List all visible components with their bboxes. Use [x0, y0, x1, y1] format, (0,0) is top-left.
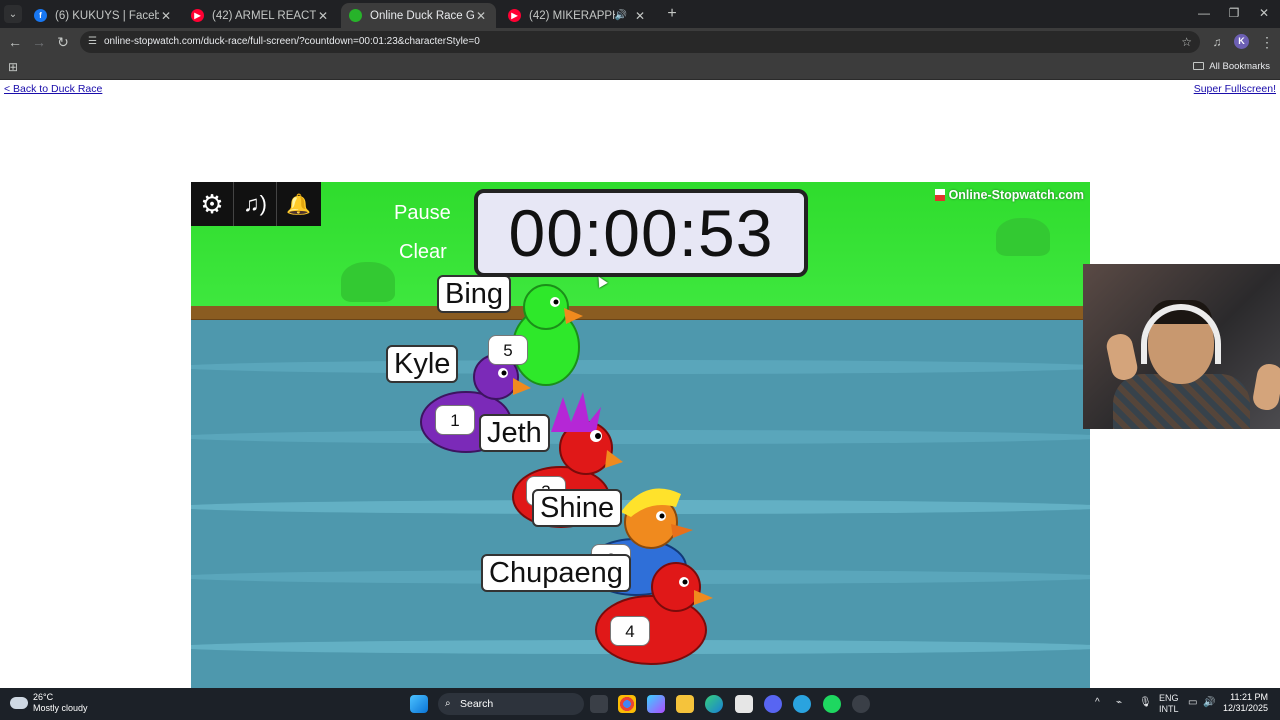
- gear-icon[interactable]: ⚙: [191, 182, 234, 226]
- close-icon[interactable]: ✕: [474, 9, 488, 23]
- duck-number-label: 1: [435, 405, 475, 435]
- raised-hand: [1104, 331, 1140, 383]
- tab-search-button[interactable]: ⌄: [4, 5, 22, 23]
- close-icon[interactable]: ✕: [159, 9, 173, 23]
- all-bookmarks-label: All Bookmarks: [1209, 61, 1270, 72]
- restore-button[interactable]: ❐: [1224, 6, 1244, 20]
- telegram-icon[interactable]: [793, 695, 811, 713]
- search-icon: ⌕: [445, 698, 451, 709]
- browser-toolbar: ← → ↻ ☰ online-stopwatch.com/duck-race/f…: [0, 28, 1280, 56]
- countdown-timer: 00:00:53: [474, 189, 808, 277]
- volume-icon[interactable]: 🔊: [1203, 697, 1215, 708]
- close-icon[interactable]: ✕: [633, 9, 647, 23]
- profile-avatar[interactable]: K: [1234, 34, 1249, 49]
- microphone-icon[interactable]: 🎙: [1139, 697, 1152, 708]
- super-fullscreen-link[interactable]: Super Fullscreen!: [1194, 83, 1276, 95]
- duck-race-stage: Bing 5 Kyle 1 Jeth 3 Shine 2 Chupaeng 4 …: [191, 182, 1090, 688]
- address-bar[interactable]: ☰ online-stopwatch.com/duck-race/full-sc…: [80, 31, 1200, 53]
- folder-icon: [1193, 62, 1205, 70]
- language-indicator[interactable]: ENG INTL: [1159, 693, 1179, 715]
- back-arrow-icon[interactable]: ←: [6, 33, 24, 51]
- system-clock[interactable]: 11:21 PM 12/31/2025: [1223, 692, 1268, 714]
- music-icon[interactable]: ♫): [234, 182, 277, 226]
- discord-icon[interactable]: [764, 695, 782, 713]
- youtube-icon: ▶: [191, 9, 204, 22]
- brand-text: Online-Stopwatch.com: [948, 188, 1084, 202]
- duck-name-label: Shine: [532, 489, 623, 527]
- close-icon[interactable]: ✕: [316, 9, 330, 23]
- task-view-icon[interactable]: [590, 695, 608, 713]
- media-controls-icon[interactable]: ♫: [1208, 33, 1226, 51]
- minimize-button[interactable]: —: [1194, 6, 1214, 20]
- reload-icon[interactable]: ↻: [54, 33, 72, 51]
- duck-name-label: Bing: [437, 275, 512, 313]
- online-stopwatch-logo[interactable]: Online-Stopwatch.com: [934, 188, 1084, 202]
- raised-hand: [1251, 362, 1280, 412]
- tab-title: (42) ARMEL REACTS TO KAPATI: [212, 9, 316, 22]
- duck-name-label: Kyle: [386, 345, 459, 383]
- stopwatch-icon: [349, 9, 362, 22]
- duck-name-label: Jeth: [479, 414, 550, 452]
- tab-duck-race[interactable]: Online Duck Race Game ✕: [341, 3, 496, 28]
- duck-name-label: Chupaeng: [481, 554, 631, 592]
- edge-icon[interactable]: [705, 695, 723, 713]
- tab-title: (42) MIKERAPPHONE - RAY: [529, 9, 615, 22]
- bookmarks-bar: ⊞ All Bookmarks: [0, 56, 1280, 80]
- tab-youtube-mikerapphone[interactable]: ▶ (42) MIKERAPPHONE - RAY 🔊 ✕: [500, 3, 655, 28]
- cloud-icon: [10, 697, 28, 709]
- file-explorer-icon[interactable]: [676, 695, 694, 713]
- apps-grid-icon[interactable]: ⊞: [8, 60, 18, 74]
- menu-dots-icon[interactable]: ⋮: [1258, 33, 1276, 51]
- spotify-icon[interactable]: [823, 695, 841, 713]
- store-icon[interactable]: [735, 695, 753, 713]
- clock-time: 11:21 PM: [1230, 692, 1268, 702]
- taskbar-search[interactable]: ⌕ Search: [438, 693, 584, 715]
- tab-title: Online Duck Race Game: [370, 9, 474, 22]
- clock-date: 12/31/2025: [1222, 703, 1268, 713]
- windows-start-icon[interactable]: [410, 695, 428, 713]
- facebook-icon: f: [34, 9, 47, 22]
- back-to-duck-race-link[interactable]: < Back to Duck Race: [4, 83, 102, 95]
- tab-facebook[interactable]: f (6) KUKUYS | Facebook ✕: [26, 3, 181, 28]
- weather-widget[interactable]: 26°C Mostly cloudy: [10, 692, 88, 714]
- tab-youtube-armel[interactable]: ▶ (42) ARMEL REACTS TO KAPATI ✕: [183, 3, 338, 28]
- bell-icon[interactable]: 🔔: [277, 182, 320, 226]
- duck-number-label: 4: [610, 616, 650, 646]
- chevron-up-icon[interactable]: ^: [1095, 697, 1100, 708]
- bookmark-star-icon[interactable]: ☆: [1181, 31, 1192, 53]
- weather-text: Mostly cloudy: [33, 703, 88, 713]
- site-info-icon[interactable]: ☰: [88, 31, 97, 53]
- new-tab-button[interactable]: +: [663, 5, 681, 23]
- tab-strip: ⌄ f (6) KUKUYS | Facebook ✕ ▶ (42) ARMEL…: [0, 0, 1280, 28]
- temperature: 26°C: [33, 692, 54, 702]
- tab-title: (6) KUKUYS | Facebook: [55, 9, 159, 22]
- close-window-button[interactable]: ✕: [1254, 6, 1274, 20]
- url-text: online-stopwatch.com/duck-race/full-scre…: [104, 36, 480, 47]
- webcam-overlay: [1083, 264, 1280, 429]
- clear-button[interactable]: Clear: [399, 241, 447, 264]
- pause-button[interactable]: Pause: [394, 202, 451, 225]
- search-label: Search: [460, 698, 494, 710]
- display-icon[interactable]: ▭: [1188, 697, 1197, 708]
- network-icon[interactable]: ⌁: [1116, 697, 1122, 708]
- forward-arrow-icon[interactable]: →: [30, 33, 48, 51]
- chrome-icon[interactable]: [618, 695, 636, 713]
- youtube-icon: ▶: [508, 9, 521, 22]
- stopwatch-logo-icon: [934, 189, 945, 201]
- duck-number-label: 5: [488, 335, 528, 365]
- copilot-icon[interactable]: [647, 695, 665, 713]
- app-icon[interactable]: [852, 695, 870, 713]
- speaker-icon[interactable]: 🔊: [615, 10, 627, 21]
- all-bookmarks-button[interactable]: All Bookmarks: [1193, 61, 1270, 72]
- control-bar: ⚙ ♫) 🔔: [191, 182, 321, 226]
- windows-taskbar: 26°C Mostly cloudy ⌕ Search ^ ⌁ 🎙 ENG IN…: [0, 688, 1280, 720]
